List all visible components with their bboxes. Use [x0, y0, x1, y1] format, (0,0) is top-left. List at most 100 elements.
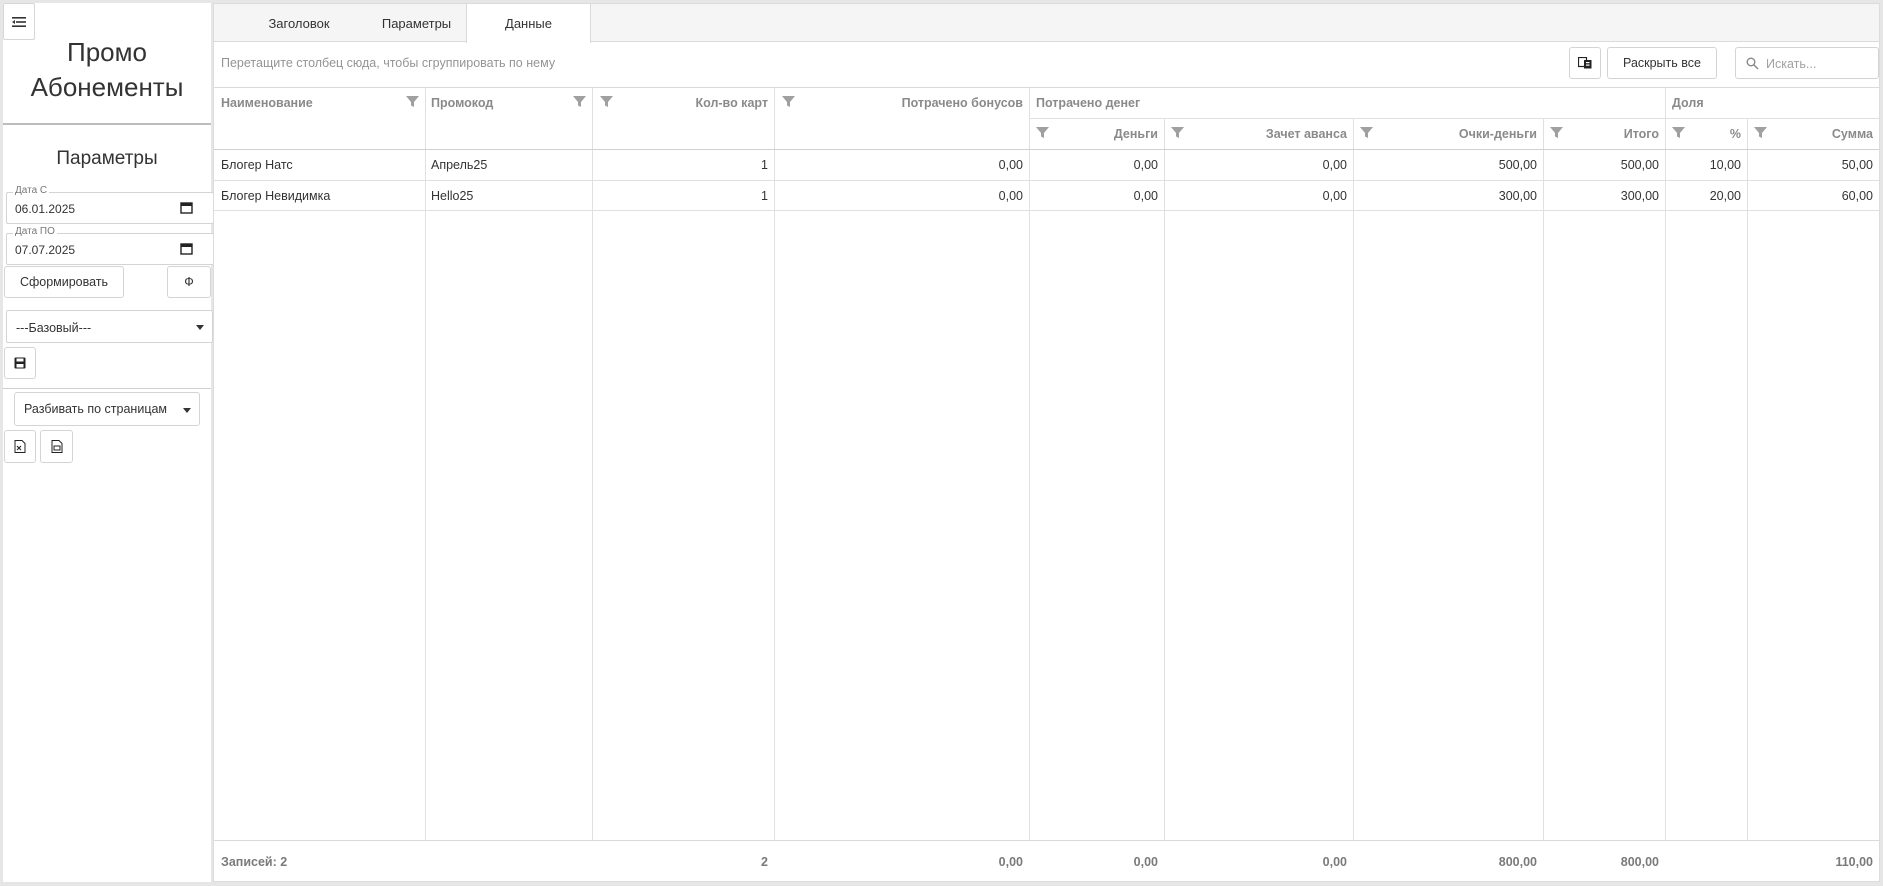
cell-sum: 60,00 [1841, 189, 1873, 203]
generate-button[interactable]: Сформировать [4, 266, 124, 298]
cell-bonus: 0,00 [998, 189, 1023, 203]
summary-bonus: 0,00 [998, 855, 1023, 869]
filter-icon[interactable] [1672, 126, 1685, 139]
column-header-percent[interactable]: % [1694, 127, 1741, 141]
search-icon [1746, 57, 1759, 70]
filter-params-button[interactable]: Ф [167, 266, 211, 298]
header-band-separator [1029, 118, 1879, 119]
paging-select[interactable]: Разбивать по страницам [14, 392, 200, 426]
summary-total: 800,00 [1620, 855, 1659, 869]
summary-cards: 2 [761, 855, 768, 869]
cell-promo: Апрель25 [431, 158, 488, 172]
date-from-label: Дата С [13, 185, 50, 197]
filter-icon[interactable] [782, 95, 795, 108]
filter-icon[interactable] [406, 95, 419, 108]
date-from-field[interactable]: Дата С 06.01.2025 [6, 185, 214, 224]
main-panel: Заголовок Параметры Данные Перетащите ст… [213, 3, 1880, 882]
expand-all-button[interactable]: Раскрыть все [1607, 47, 1717, 79]
cell-total: 500,00 [1620, 158, 1659, 172]
tab-bar: Заголовок Параметры Данные [214, 4, 1879, 43]
date-to-label: Дата ПО [13, 226, 57, 238]
column-separator [1029, 88, 1030, 840]
tab-parameters[interactable]: Параметры [354, 4, 479, 42]
group-panel-hint: Перетащите столбец сюда, чтобы сгруппиро… [221, 56, 556, 70]
sidebar-divider [3, 123, 211, 125]
chevron-down-icon [183, 408, 191, 413]
parameters-heading: Параметры [56, 148, 158, 169]
filter-icon[interactable] [573, 95, 586, 108]
summary-points: 800,00 [1498, 855, 1537, 869]
sidebar: Промо Абонементы Параметры Дата С 06.01.… [3, 3, 214, 882]
page-title-line1: Промо [67, 37, 147, 67]
app-window: Промо Абонементы Параметры Дата С 06.01.… [0, 0, 1883, 886]
column-header-total[interactable]: Итого [1574, 127, 1659, 141]
column-separator [1747, 118, 1748, 840]
column-chooser-button[interactable] [1569, 47, 1601, 79]
filter-icon[interactable] [1754, 126, 1767, 139]
column-separator [1164, 118, 1165, 840]
column-separator [1353, 118, 1354, 840]
cell-name: Блогер Невидимка [221, 189, 331, 203]
cell-advance: 0,00 [1322, 158, 1347, 172]
layout-select[interactable]: ---Базовый--- [6, 310, 213, 343]
grid-toolbar: Перетащите столбец сюда, чтобы сгруппиро… [214, 42, 1879, 87]
cell-percent: 10,00 [1709, 158, 1741, 172]
cell-total: 300,00 [1620, 189, 1659, 203]
summary-sum: 110,00 [1835, 855, 1873, 869]
cell-bonus: 0,00 [998, 158, 1023, 172]
calendar-icon[interactable] [180, 201, 193, 214]
sidebar-divider [3, 388, 211, 389]
cell-cards: 1 [761, 189, 768, 203]
layout-select-value: ---Базовый--- [16, 321, 92, 335]
page-title-line2: Абонементы [30, 72, 184, 102]
date-from-value: 06.01.2025 [15, 202, 76, 216]
column-group-share: Доля [1672, 96, 1704, 110]
cell-points: 300,00 [1498, 189, 1537, 203]
export-excel-button[interactable] [4, 430, 36, 463]
search-box[interactable] [1735, 47, 1879, 79]
column-header-points[interactable]: Очки-деньги [1384, 127, 1537, 141]
cell-money: 0,00 [1133, 158, 1158, 172]
tab-header[interactable]: Заголовок [244, 4, 354, 42]
summary-records: Записей: 2 [221, 855, 288, 869]
cell-money: 0,00 [1133, 189, 1158, 203]
filter-icon[interactable] [1171, 126, 1184, 139]
column-header-sum[interactable]: Сумма [1774, 127, 1873, 141]
column-chooser-icon [1578, 57, 1592, 69]
filter-icon[interactable] [1360, 126, 1373, 139]
menu-collapse-icon [12, 16, 26, 27]
cell-promo: Hello25 [431, 189, 474, 203]
column-separator [1543, 118, 1544, 840]
row-separator [214, 180, 1879, 181]
excel-file-icon [14, 440, 26, 453]
calendar-icon[interactable] [180, 242, 193, 255]
column-header-bonus[interactable]: Потрачено бонусов [814, 96, 1023, 110]
export-pdf-button[interactable] [40, 430, 73, 463]
tab-data[interactable]: Данные [466, 4, 591, 43]
column-separator [592, 88, 593, 840]
column-separator [425, 88, 426, 840]
filter-icon[interactable] [600, 95, 613, 108]
data-grid: Наименование Промокод Кол-во карт Потрач… [214, 87, 1879, 881]
filter-icon[interactable] [1550, 126, 1563, 139]
chevron-down-icon [196, 325, 204, 330]
grid-summary-footer: Записей: 2 2 0,00 0,00 0,00 800,00 800,0… [214, 840, 1879, 882]
pdf-file-icon [51, 440, 62, 453]
column-header-name[interactable]: Наименование [221, 96, 313, 110]
column-header-money[interactable]: Деньги [1054, 127, 1158, 141]
cell-sum: 50,00 [1841, 158, 1873, 172]
cell-points: 500,00 [1498, 158, 1537, 172]
column-header-advance[interactable]: Зачет аванса [1194, 127, 1347, 141]
filter-icon[interactable] [1036, 126, 1049, 139]
save-icon [14, 357, 26, 369]
summary-advance: 0,00 [1322, 855, 1347, 869]
date-to-value: 07.07.2025 [15, 243, 76, 257]
column-header-cards[interactable]: Кол-во карт [634, 96, 769, 110]
date-to-field[interactable]: Дата ПО 07.07.2025 [6, 226, 214, 265]
column-header-promo[interactable]: Промокод [431, 96, 493, 110]
column-separator [774, 88, 775, 840]
search-input[interactable] [1766, 54, 1871, 74]
column-group-money: Потрачено денег [1036, 96, 1141, 110]
save-layout-button[interactable] [4, 347, 36, 379]
summary-money: 0,00 [1133, 855, 1158, 869]
